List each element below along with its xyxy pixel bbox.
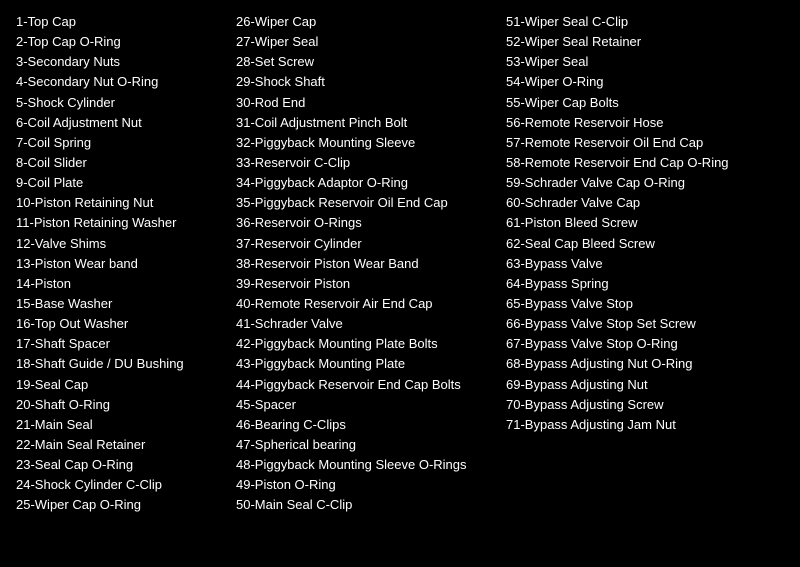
list-item: 42-Piggyback Mounting Plate Bolts bbox=[236, 334, 496, 354]
list-item: 49-Piston O-Ring bbox=[236, 475, 496, 495]
list-item: 36-Reservoir O-Rings bbox=[236, 213, 496, 233]
list-item: 67-Bypass Valve Stop O-Ring bbox=[506, 334, 800, 354]
list-item: 13-Piston Wear band bbox=[16, 254, 226, 274]
list-item: 4-Secondary Nut O-Ring bbox=[16, 72, 226, 92]
list-item: 27-Wiper Seal bbox=[236, 32, 496, 52]
list-item: 45-Spacer bbox=[236, 395, 496, 415]
list-item: 15-Base Washer bbox=[16, 294, 226, 314]
column-2: 26-Wiper Cap27-Wiper Seal28-Set Screw29-… bbox=[236, 12, 506, 516]
column-3: 51-Wiper Seal C-Clip52-Wiper Seal Retain… bbox=[506, 12, 800, 516]
list-item: 39-Reservoir Piston bbox=[236, 274, 496, 294]
list-item: 55-Wiper Cap Bolts bbox=[506, 93, 800, 113]
list-item: 20-Shaft O-Ring bbox=[16, 395, 226, 415]
list-item: 63-Bypass Valve bbox=[506, 254, 800, 274]
list-item: 25-Wiper Cap O-Ring bbox=[16, 495, 226, 515]
list-item: 14-Piston bbox=[16, 274, 226, 294]
list-item: 69-Bypass Adjusting Nut bbox=[506, 375, 800, 395]
list-item: 71-Bypass Adjusting Jam Nut bbox=[506, 415, 800, 435]
list-item: 2-Top Cap O-Ring bbox=[16, 32, 226, 52]
list-item: 70-Bypass Adjusting Screw bbox=[506, 395, 800, 415]
list-item: 5-Shock Cylinder bbox=[16, 93, 226, 113]
list-item: 12-Valve Shims bbox=[16, 234, 226, 254]
list-item: 7-Coil Spring bbox=[16, 133, 226, 153]
list-item: 46-Bearing C-Clips bbox=[236, 415, 496, 435]
list-item: 9-Coil Plate bbox=[16, 173, 226, 193]
list-item: 18-Shaft Guide / DU Bushing bbox=[16, 354, 226, 374]
list-item: 44-Piggyback Reservoir End Cap Bolts bbox=[236, 375, 496, 395]
list-item: 50-Main Seal C-Clip bbox=[236, 495, 496, 515]
list-item: 41-Schrader Valve bbox=[236, 314, 496, 334]
list-item: 64-Bypass Spring bbox=[506, 274, 800, 294]
parts-list: 1-Top Cap2-Top Cap O-Ring3-Secondary Nut… bbox=[16, 12, 784, 516]
list-item: 48-Piggyback Mounting Sleeve O-Rings bbox=[236, 455, 496, 475]
list-item: 59-Schrader Valve Cap O-Ring bbox=[506, 173, 800, 193]
list-item: 19-Seal Cap bbox=[16, 375, 226, 395]
list-item: 47-Spherical bearing bbox=[236, 435, 496, 455]
list-item: 22-Main Seal Retainer bbox=[16, 435, 226, 455]
list-item: 30-Rod End bbox=[236, 93, 496, 113]
list-item: 53-Wiper Seal bbox=[506, 52, 800, 72]
list-item: 6-Coil Adjustment Nut bbox=[16, 113, 226, 133]
list-item: 43-Piggyback Mounting Plate bbox=[236, 354, 496, 374]
list-item: 17-Shaft Spacer bbox=[16, 334, 226, 354]
list-item: 11-Piston Retaining Washer bbox=[16, 213, 226, 233]
list-item: 33-Reservoir C-Clip bbox=[236, 153, 496, 173]
list-item: 38-Reservoir Piston Wear Band bbox=[236, 254, 496, 274]
list-item: 26-Wiper Cap bbox=[236, 12, 496, 32]
list-item: 52-Wiper Seal Retainer bbox=[506, 32, 800, 52]
list-item: 8-Coil Slider bbox=[16, 153, 226, 173]
list-item: 29-Shock Shaft bbox=[236, 72, 496, 92]
list-item: 65-Bypass Valve Stop bbox=[506, 294, 800, 314]
list-item: 60-Schrader Valve Cap bbox=[506, 193, 800, 213]
list-item: 61-Piston Bleed Screw bbox=[506, 213, 800, 233]
list-item: 66-Bypass Valve Stop Set Screw bbox=[506, 314, 800, 334]
list-item: 10-Piston Retaining Nut bbox=[16, 193, 226, 213]
list-item: 57-Remote Reservoir Oil End Cap bbox=[506, 133, 800, 153]
list-item: 31-Coil Adjustment Pinch Bolt bbox=[236, 113, 496, 133]
list-item: 21-Main Seal bbox=[16, 415, 226, 435]
list-item: 24-Shock Cylinder C-Clip bbox=[16, 475, 226, 495]
column-1: 1-Top Cap2-Top Cap O-Ring3-Secondary Nut… bbox=[16, 12, 236, 516]
list-item: 56-Remote Reservoir Hose bbox=[506, 113, 800, 133]
list-item: 58-Remote Reservoir End Cap O-Ring bbox=[506, 153, 800, 173]
list-item: 32-Piggyback Mounting Sleeve bbox=[236, 133, 496, 153]
list-item: 37-Reservoir Cylinder bbox=[236, 234, 496, 254]
list-item: 16-Top Out Washer bbox=[16, 314, 226, 334]
list-item: 23-Seal Cap O-Ring bbox=[16, 455, 226, 475]
list-item: 54-Wiper O-Ring bbox=[506, 72, 800, 92]
list-item: 3-Secondary Nuts bbox=[16, 52, 226, 72]
list-item: 35-Piggyback Reservoir Oil End Cap bbox=[236, 193, 496, 213]
list-item: 34-Piggyback Adaptor O-Ring bbox=[236, 173, 496, 193]
list-item: 1-Top Cap bbox=[16, 12, 226, 32]
list-item: 40-Remote Reservoir Air End Cap bbox=[236, 294, 496, 314]
list-item: 62-Seal Cap Bleed Screw bbox=[506, 234, 800, 254]
list-item: 28-Set Screw bbox=[236, 52, 496, 72]
list-item: 68-Bypass Adjusting Nut O-Ring bbox=[506, 354, 800, 374]
list-item: 51-Wiper Seal C-Clip bbox=[506, 12, 800, 32]
